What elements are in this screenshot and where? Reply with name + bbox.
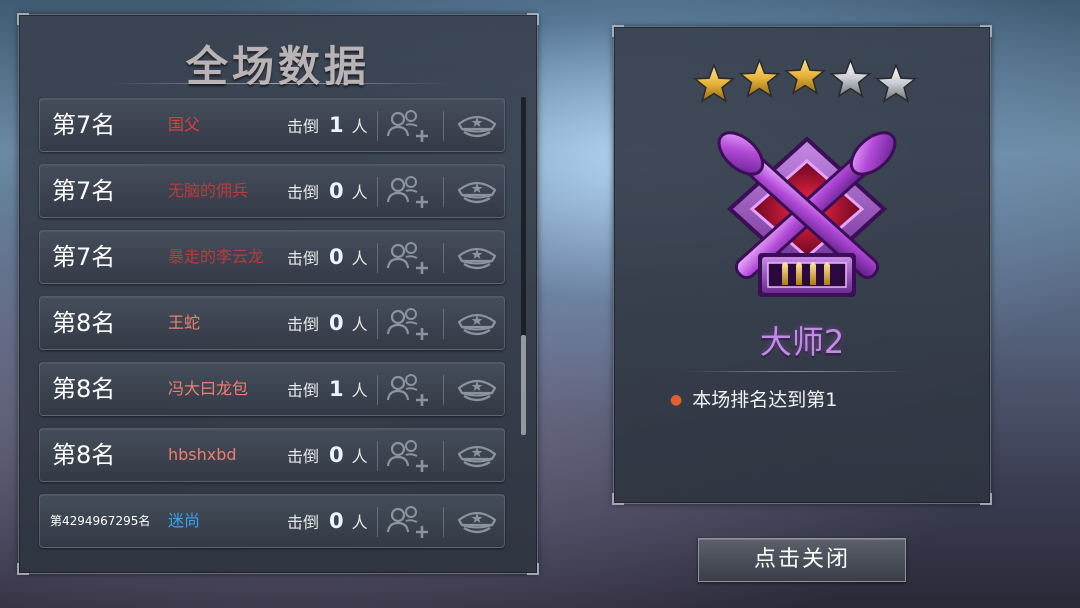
player-kills: 击倒 1 人 [287, 99, 368, 153]
kill-label: 击倒 [287, 249, 320, 268]
star-empty-icon [829, 59, 872, 98]
kill-count: 1 [329, 377, 344, 401]
player-kills: 击倒 0 人 [287, 495, 368, 549]
kill-count: 0 [329, 509, 344, 533]
achievement-item: ● 本场排名达到第1 [670, 387, 837, 413]
player-row: 第8名 王蛇 击倒 0 人 [39, 296, 505, 350]
military-cap-icon [457, 247, 497, 270]
player-row: 第7名 国父 击倒 1 人 [39, 98, 505, 152]
star-empty-icon [874, 62, 918, 103]
military-cap-icon [457, 445, 497, 468]
star-filled-icon [738, 59, 781, 98]
star-filled-icon [783, 59, 827, 95]
kill-unit: 人 [351, 183, 368, 202]
military-cap-icon [457, 181, 497, 204]
view-profile-button[interactable] [455, 372, 499, 408]
kill-count: 0 [329, 179, 344, 203]
kill-label: 击倒 [287, 447, 320, 466]
player-rank: 第8名 [52, 309, 116, 337]
kill-unit: 人 [351, 447, 368, 466]
player-kills: 击倒 0 人 [287, 165, 368, 219]
player-kills: 击倒 0 人 [287, 231, 368, 285]
result-panel: 大师2 ● 本场排名达到第1 [612, 25, 992, 505]
player-rank: 第7名 [52, 111, 116, 139]
add-friend-button[interactable] [386, 372, 430, 408]
military-cap-icon [457, 313, 497, 336]
bullet-dot-icon: ● [670, 392, 683, 408]
player-kills: 击倒 0 人 [287, 297, 368, 351]
scoreboard-panel: 全场数据 第7名 国父 击倒 1 人 第7名 无脑的佣兵 击倒 0 人 第7名 暴走的李… [17, 13, 539, 575]
player-row: 第4294967295名 迷尚 击倒 0 人 [39, 494, 505, 548]
player-row: 第8名 冯大曰龙包 击倒 1 人 [39, 362, 505, 416]
military-cap-icon [457, 511, 497, 534]
add-friend-button[interactable] [386, 108, 430, 144]
player-rank: 第8名 [52, 375, 116, 403]
kill-label: 击倒 [287, 315, 320, 334]
player-rank: 第4294967295名 [50, 514, 151, 528]
add-friend-icon [386, 374, 428, 406]
scrollbar[interactable] [521, 97, 526, 435]
view-profile-button[interactable] [455, 504, 499, 540]
player-name[interactable]: 冯大曰龙包 [168, 363, 248, 415]
player-name[interactable]: 无脑的佣兵 [168, 165, 248, 217]
military-cap-icon [457, 379, 497, 402]
kill-unit: 人 [351, 513, 368, 532]
kill-unit: 人 [351, 381, 368, 400]
add-friend-icon [386, 308, 428, 340]
player-row: 第7名 暴走的李云龙 击倒 0 人 [39, 230, 505, 284]
view-profile-button[interactable] [455, 438, 499, 474]
achievement-text: 本场排名达到第1 [692, 389, 838, 411]
add-friend-icon [386, 110, 428, 142]
kill-label: 击倒 [287, 381, 320, 400]
player-rank: 第7名 [52, 243, 116, 271]
rank-divider [684, 371, 912, 372]
player-name[interactable]: 迷尚 [168, 495, 200, 547]
kill-unit: 人 [351, 117, 368, 136]
add-friend-button[interactable] [386, 240, 430, 276]
add-friend-button[interactable] [386, 306, 430, 342]
rank-title: 大师2 [759, 323, 845, 361]
player-row: 第7名 无脑的佣兵 击倒 0 人 [39, 164, 505, 218]
scrollbar-thumb[interactable] [521, 335, 526, 435]
add-friend-icon [386, 242, 428, 274]
player-name[interactable]: 国父 [168, 99, 200, 151]
player-rank: 第7名 [52, 177, 116, 205]
kill-label: 击倒 [287, 117, 320, 136]
add-friend-icon [386, 506, 428, 538]
player-rank: 第8名 [52, 441, 116, 469]
kill-count: 1 [329, 113, 344, 137]
kill-label: 击倒 [287, 513, 320, 532]
kill-unit: 人 [351, 249, 368, 268]
kill-label: 击倒 [287, 183, 320, 202]
kill-count: 0 [329, 245, 344, 269]
close-button[interactable]: 点击关闭 [698, 538, 906, 582]
player-kills: 击倒 0 人 [287, 429, 368, 483]
add-friend-button[interactable] [386, 504, 430, 540]
player-kills: 击倒 1 人 [287, 363, 368, 417]
view-profile-button[interactable] [455, 240, 499, 276]
add-friend-icon [386, 176, 428, 208]
kill-count: 0 [329, 311, 344, 335]
panel-title: 全场数据 [185, 42, 370, 91]
kill-unit: 人 [351, 315, 368, 334]
crossed-rockets-badge-icon [717, 131, 897, 297]
view-profile-button[interactable] [455, 306, 499, 342]
kill-count: 0 [329, 443, 344, 467]
player-name[interactable]: 王蛇 [168, 297, 200, 349]
view-profile-button[interactable] [455, 174, 499, 210]
rank-stars [692, 59, 918, 103]
player-name[interactable]: hbshxbd [168, 429, 237, 481]
star-filled-icon [692, 62, 736, 103]
add-friend-button[interactable] [386, 174, 430, 210]
view-profile-button[interactable] [455, 108, 499, 144]
add-friend-button[interactable] [386, 438, 430, 474]
military-cap-icon [457, 115, 497, 138]
title-divider [109, 83, 449, 84]
player-name[interactable]: 暴走的李云龙 [168, 231, 264, 283]
add-friend-icon [386, 440, 428, 472]
player-row: 第8名 hbshxbd 击倒 0 人 [39, 428, 505, 482]
